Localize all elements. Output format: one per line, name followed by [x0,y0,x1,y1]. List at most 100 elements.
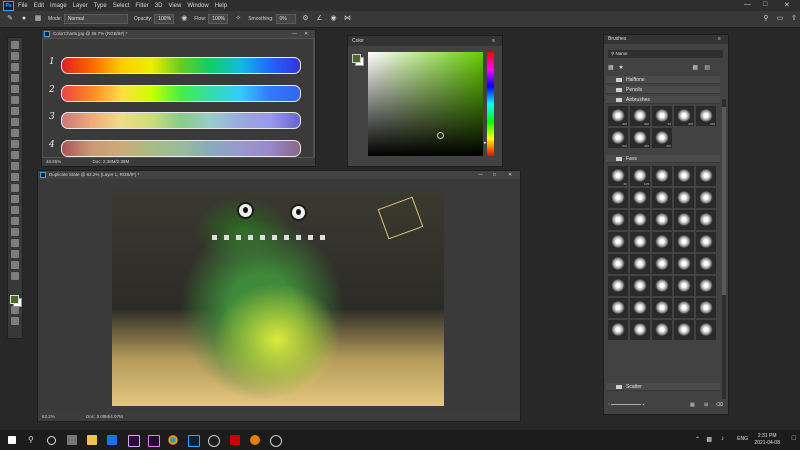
brush-tip[interactable] [696,254,716,274]
close-icon[interactable]: ✕ [508,171,512,179]
move-tool-icon[interactable] [11,41,19,49]
color-field[interactable] [368,52,483,156]
type-tool-icon[interactable] [11,217,19,225]
brush-preset-icon[interactable]: ● [20,15,28,23]
notifications-icon[interactable]: □ [792,435,796,442]
foreground-color-swatch[interactable] [10,295,19,304]
volume-icon[interactable]: ♪ [721,436,724,442]
brush-tip[interactable] [608,210,628,230]
search-icon[interactable]: ⚲ [28,435,38,445]
gradient-tool-icon[interactable] [11,173,19,181]
delete-icon[interactable]: ⌫ [716,402,723,408]
brush-tip[interactable] [630,320,650,340]
cortana-icon[interactable] [47,436,56,445]
windows-start-icon[interactable] [8,436,16,444]
quick-mask-icon[interactable] [11,306,19,314]
panel-menu-icon[interactable]: ≡ [718,36,721,42]
menu-3d[interactable]: 3D [155,3,163,9]
eraser-tool-icon[interactable] [11,162,19,170]
color-chart-document[interactable]: ColorCharts.jpg @ 46.7% (RGB/8#) * — ✕ 1… [41,29,316,167]
close-icon[interactable]: ✕ [304,30,308,38]
brush-size-slider[interactable] [611,404,642,406]
hue-slider[interactable]: ▸ [484,52,494,156]
menu-view[interactable]: View [168,3,181,9]
brush-tip[interactable] [630,298,650,318]
brush-tip[interactable] [696,210,716,230]
menu-file[interactable]: File [18,3,28,9]
file-explorer-icon[interactable] [87,435,97,445]
history-brush-tool-icon[interactable] [11,151,19,159]
brush-tip[interactable] [630,232,650,252]
mode-dropdown[interactable]: Normal [63,14,128,24]
brush-search-field[interactable]: ⚲ Name [608,50,723,58]
menu-layer[interactable]: Layer [73,3,88,9]
main-document[interactable]: Duplicate State @ 62.2% (Layer 1, RGB/8*… [37,170,521,422]
brush-tip[interactable] [674,298,694,318]
menu-filter[interactable]: Filter [135,3,148,9]
brush-tip[interactable] [608,188,628,208]
eyedropper-tool-icon[interactable] [11,107,19,115]
obs-icon[interactable] [270,435,282,447]
shape-tool-icon[interactable] [11,239,19,247]
brush-tip[interactable] [652,210,672,230]
chrome-icon[interactable] [168,435,178,445]
tray-chevron-icon[interactable]: ⌃ [695,436,700,443]
brush-folder-scatter[interactable]: Scatter [606,383,720,391]
clock-app-icon[interactable] [208,435,220,447]
canvas[interactable] [112,190,444,406]
brush-tip[interactable]: 125 [630,166,650,186]
photoshop-taskbar-icon[interactable] [188,435,200,447]
blender-icon[interactable] [250,435,260,445]
document-titlebar[interactable]: Duplicate State @ 62.2% (Layer 1, RGB/8*… [38,171,520,179]
brush-tip[interactable] [696,298,716,318]
brush-tip[interactable] [608,298,628,318]
brush-tip[interactable]: 300 [630,106,650,126]
after-effects-icon[interactable] [128,435,140,447]
quick-select-tool-icon[interactable] [11,74,19,82]
opacity-field[interactable]: 100% [154,14,175,24]
brush-tip[interactable] [652,276,672,296]
smoothing-field[interactable]: 0% [275,14,296,24]
brush-tip[interactable]: 400 [652,128,672,148]
brush-tip[interactable] [630,210,650,230]
brush-tip[interactable] [630,188,650,208]
minimize-icon[interactable]: — [292,30,297,38]
zoom-tool-icon[interactable] [11,261,19,269]
brush-tip[interactable]: 400 [674,106,694,126]
screen-mode-icon[interactable] [11,317,19,325]
frame-tool-icon[interactable] [11,96,19,104]
hand-tool-icon[interactable] [11,250,19,258]
brush-tip[interactable] [608,232,628,252]
blur-tool-icon[interactable] [11,184,19,192]
airbrush-icon[interactable]: ✧ [234,15,242,23]
smoothing-gear-icon[interactable]: ⚙ [302,15,310,23]
brush-tip[interactable] [652,232,672,252]
brush-tip[interactable] [696,166,716,186]
task-view-icon[interactable] [67,435,77,445]
brush-tip[interactable] [674,254,694,274]
symmetry-icon[interactable]: ⋈ [344,15,352,23]
network-icon[interactable]: ▩ [706,436,712,443]
brush-tip[interactable]: 400 [630,128,650,148]
brush-tip[interactable] [696,188,716,208]
brush-tip[interactable] [652,320,672,340]
path-select-tool-icon[interactable] [11,228,19,236]
brush-tool-icon[interactable]: ✎ [6,15,14,23]
brush-folder-halftone[interactable]: Halftone [606,76,720,84]
zoom-level[interactable]: 62.2% [42,414,55,419]
new-brush-icon[interactable]: ⊞ [704,402,708,408]
size-slider-min-icon[interactable]: ▫ [608,402,610,408]
brush-tip[interactable] [652,166,672,186]
share-icon[interactable]: ⇧ [790,15,798,23]
healing-tool-icon[interactable] [11,118,19,126]
menu-window[interactable]: Window [187,3,208,9]
taskbar-clock[interactable]: 2:31 PM 2021-04-08 [754,433,780,447]
list-view-icon[interactable]: ▤ [704,64,710,71]
brush-tip[interactable]: 400 [608,106,628,126]
panel-menu-icon[interactable]: ≡ [492,38,495,44]
marquee-tool-icon[interactable] [11,52,19,60]
search-icon[interactable]: ⚲ [762,15,770,23]
brush-tip[interactable] [608,254,628,274]
brush-tip[interactable] [652,254,672,274]
photoshop-logo[interactable]: Ps [3,0,14,11]
